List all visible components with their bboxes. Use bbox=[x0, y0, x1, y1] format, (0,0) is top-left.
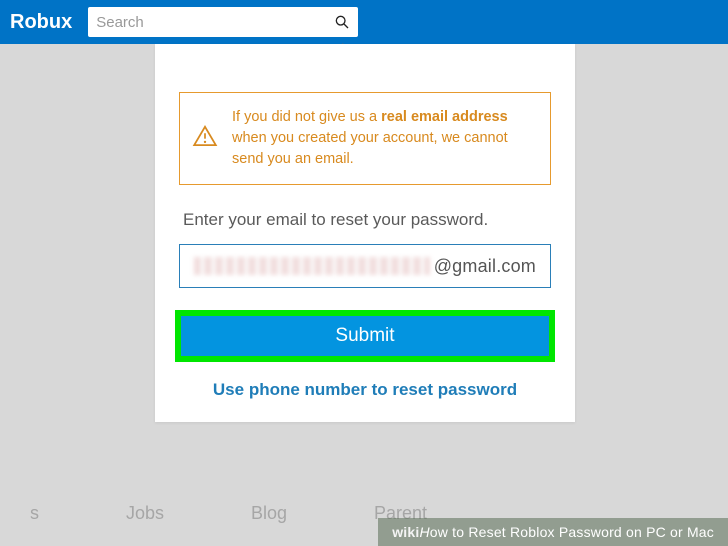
warning-text: If you did not give us a real email addr… bbox=[232, 107, 536, 170]
wikihow-logo-wiki: wiki bbox=[392, 524, 419, 540]
email-field[interactable]: @gmail.com bbox=[179, 244, 551, 288]
submit-button[interactable]: Submit bbox=[181, 316, 549, 356]
instruction-text: Enter your email to reset your password. bbox=[183, 210, 551, 230]
warning-icon bbox=[192, 123, 218, 154]
email-domain: @gmail.com bbox=[434, 256, 536, 277]
warning-box: If you did not give us a real email addr… bbox=[179, 92, 551, 185]
search-box[interactable] bbox=[88, 7, 358, 37]
use-phone-link[interactable]: Use phone number to reset password bbox=[179, 380, 551, 400]
reset-card: If you did not give us a real email addr… bbox=[155, 44, 575, 422]
search-input[interactable] bbox=[96, 14, 334, 31]
caption-overlay: wikiHow to Reset Roblox Password on PC o… bbox=[378, 518, 728, 546]
footer-link[interactable]: Jobs bbox=[126, 503, 164, 524]
brand-label: Robux bbox=[10, 11, 76, 34]
footer-link[interactable]: Blog bbox=[251, 503, 287, 524]
caption-text: ow to Reset Roblox Password on PC or Mac bbox=[430, 524, 714, 540]
wikihow-logo-h: H bbox=[419, 524, 429, 540]
submit-highlight: Submit bbox=[175, 310, 555, 362]
footer-link[interactable]: s bbox=[30, 503, 39, 524]
search-icon[interactable] bbox=[334, 14, 350, 30]
email-blurred-value bbox=[194, 257, 430, 275]
